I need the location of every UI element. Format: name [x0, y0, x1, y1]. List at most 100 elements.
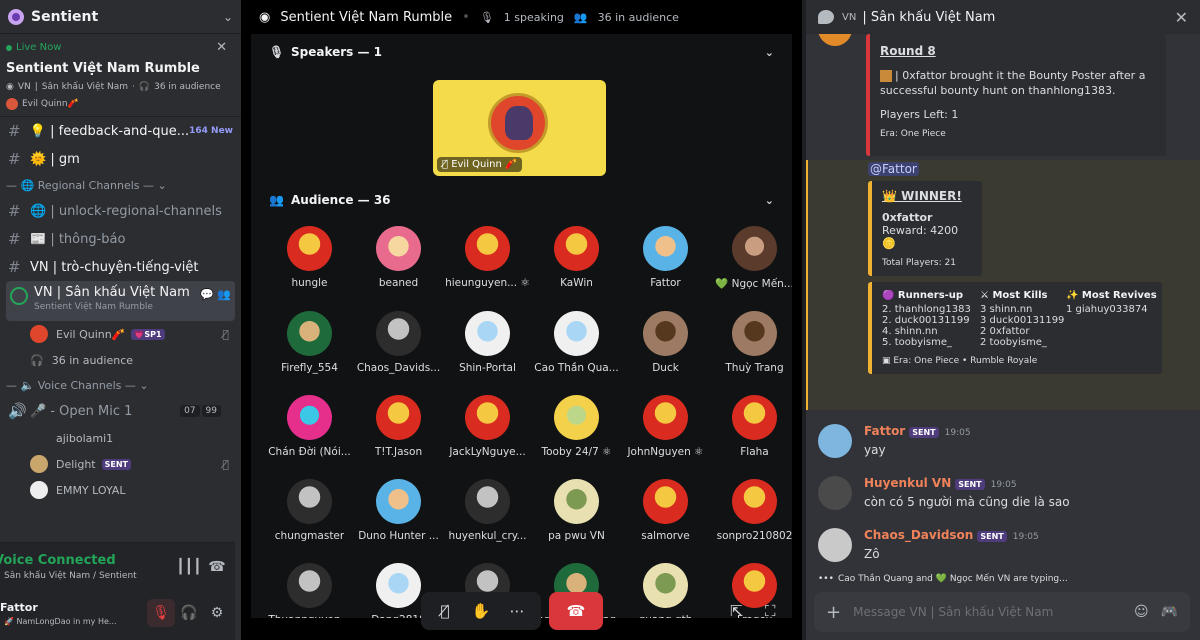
channel-gm[interactable]: # 🌞 | gm [0, 145, 241, 173]
audience-member[interactable]: Thuỳ Trang [710, 311, 792, 374]
audience-member[interactable]: Duno Hunter ... [354, 479, 443, 542]
live-host: Evil Quinn🧨 [6, 98, 235, 110]
avatar [732, 311, 777, 356]
chevron-down-icon[interactable]: ⌄ [765, 46, 774, 59]
audience-member[interactable]: Cao Thần Qua... [532, 311, 621, 374]
voice-status-panel: Voice Connected Sân khấu Việt Nam / Sent… [0, 542, 235, 640]
audience-member[interactable]: chungmaster [265, 479, 354, 542]
server-header[interactable]: Sentient ⌄ [0, 0, 241, 34]
fullscreen-icon[interactable]: ⛶ [765, 602, 776, 620]
chevron-down-icon[interactable]: ⌄ [765, 194, 774, 207]
avatar [287, 563, 332, 608]
audience-member[interactable]: huyenkul_cry... [443, 479, 532, 542]
mic-off-icon[interactable]: 🎙̸ [427, 592, 463, 630]
message-author[interactable]: Chaos_Davidson [864, 528, 973, 542]
voice-connected-label[interactable]: Voice Connected [0, 553, 175, 568]
speaker-icon: 🔊 [8, 402, 27, 420]
audience-member[interactable]: sonpro210802 [710, 479, 792, 542]
people-icon: 👥 [269, 193, 284, 207]
message-time: 19:05 [990, 480, 1017, 490]
stage-topbar: ◉ Sentient Việt Nam Rumble • 🎙 1 speakin… [259, 9, 679, 25]
headphones-icon[interactable]: 🎧 [175, 599, 203, 627]
avatar [732, 226, 777, 271]
channel-open-mic[interactable]: 🔊 🎤 - Open Mic 1 07 99 [0, 397, 241, 425]
audience-member[interactable]: 💚 Ngọc Mến... [710, 226, 792, 290]
avatar[interactable] [818, 528, 852, 562]
user-mention[interactable]: @Fattor [868, 162, 919, 176]
mic-muted-icon[interactable]: 🎙 [147, 599, 175, 627]
channel-tro-chuyen[interactable]: # VN | trò-chuyện-tiếng-việt [0, 253, 241, 281]
audience-member[interactable]: T!T.Jason [354, 395, 443, 458]
chevron-down-icon[interactable]: ⌄ [223, 10, 233, 24]
audience-section-header[interactable]: 👥 Audience — 36 ⌄ [251, 182, 792, 218]
current-user-name[interactable]: Fattor [0, 601, 147, 614]
message-author[interactable]: Fattor [864, 424, 905, 438]
disconnect-icon[interactable]: ☎ [203, 559, 231, 575]
audience-member[interactable]: Shin-Portal [443, 311, 532, 374]
emoji-icon[interactable]: ☺ [1134, 604, 1149, 620]
close-icon[interactable]: ✕ [216, 40, 227, 55]
leave-stage-button[interactable]: ☎ [549, 592, 603, 630]
audience-member[interactable]: KaWin [532, 226, 621, 290]
poster-icon [880, 70, 892, 82]
channel-feedback[interactable]: # 💡 | feedback-and-que... 164 New [0, 117, 241, 145]
raise-hand-icon[interactable]: ✋ [463, 592, 499, 630]
audience-member[interactable]: pa pwu VN [532, 479, 621, 542]
thread-hash-icon: # [8, 122, 21, 140]
audience-member[interactable]: beaned [354, 226, 443, 290]
avatar [643, 479, 688, 524]
audience-member[interactable]: Tooby 24/7 ⚛ [532, 395, 621, 458]
avatar [554, 395, 599, 440]
audience-grid: hungle beaned hieunguyen... ⚛ KaWin Fattor 💚 … [251, 218, 792, 618]
audience-member[interactable]: Chaos_Davids... [354, 311, 443, 374]
voice-user[interactable]: ajibolami1 [0, 425, 241, 451]
avatar[interactable] [818, 476, 852, 510]
audience-member[interactable]: Duck [621, 311, 710, 374]
audience-member[interactable]: hieunguyen... ⚛ [443, 226, 532, 290]
hash-icon: # [8, 202, 21, 220]
avatar [287, 395, 332, 440]
speakers-section-header[interactable]: 🎙 Speakers — 1 ⌄ [251, 34, 792, 70]
channel-unlock-regional[interactable]: # 🌐 | unlock-regional-channels [0, 197, 241, 225]
soundboard-icon[interactable]: ┃┃┃ [175, 559, 203, 575]
channel-thong-bao[interactable]: # 📰 | thông-báo [0, 225, 241, 253]
speaker-card[interactable]: 🎙̸ Evil Quinn 🧨 [433, 80, 606, 176]
live-now-panel[interactable]: Live Now ✕ Sentient Việt Nam Rumble ◉ VN… [0, 34, 241, 117]
audience-member-name: Duck [652, 362, 679, 374]
audience-member-name: JohnNguyen ⚛ [627, 446, 704, 458]
audience-member-name: Duno Hunter ... [358, 530, 439, 542]
stage-speaker[interactable]: Evil Quinn🧨 💗SP1 🎙̸ [0, 321, 241, 347]
category-regional[interactable]: — 🌐 Regional Channels — ⌄ [0, 173, 241, 197]
gamepad-icon[interactable]: 🎮 [1161, 604, 1178, 620]
audience-member[interactable]: Chán Đời (Nói... [265, 395, 354, 458]
more-icon[interactable]: ⋯ [499, 592, 535, 630]
audience-member[interactable]: JohnNguyen ⚛ [621, 395, 710, 458]
message-author[interactable]: Huyenkul VN [864, 476, 951, 490]
avatar [465, 311, 510, 356]
plus-icon[interactable]: + [826, 602, 841, 623]
speaking-count: 1 speaking [503, 10, 564, 24]
channel-stage-active[interactable]: VN | Sân khấu Việt Nam Sentient Việt Nam… [6, 281, 235, 321]
voice-user[interactable]: Delight SENT 🎙̸ [0, 451, 241, 477]
popout-icon[interactable]: ⇱ [730, 602, 743, 620]
gear-icon[interactable]: ⚙ [203, 599, 231, 627]
avatar[interactable] [818, 424, 852, 458]
message-input[interactable]: Message VN | Sân khấu Việt Nam [853, 605, 1122, 619]
audience-member[interactable]: Fattor [621, 226, 710, 290]
audience-member[interactable]: Frogey [710, 563, 792, 618]
audience-member[interactable]: Thuannguyen... [265, 563, 354, 618]
chat-bubble-icon[interactable]: 💬 👥 [200, 288, 231, 301]
audience-member[interactable]: JackLyNguye... [443, 395, 532, 458]
voice-user[interactable]: EMMY LOYAL [0, 477, 241, 503]
audience-member[interactable]: Flaha [710, 395, 792, 458]
close-icon[interactable]: ✕ [1175, 8, 1188, 27]
stage-audience-count: 🎧 36 in audience [30, 353, 134, 367]
audience-member[interactable]: salmorve [621, 479, 710, 542]
audience-member[interactable]: quang.gth [621, 563, 710, 618]
audience-member[interactable]: Firefly_554 [265, 311, 354, 374]
audience-member[interactable]: hungle [265, 226, 354, 290]
stage-icon: ◉ [259, 9, 271, 25]
category-voice[interactable]: — 🔈 Voice Channels — ⌄ [0, 373, 241, 397]
message-text: yay [864, 443, 886, 457]
user-limit: 07 99 [180, 405, 221, 417]
